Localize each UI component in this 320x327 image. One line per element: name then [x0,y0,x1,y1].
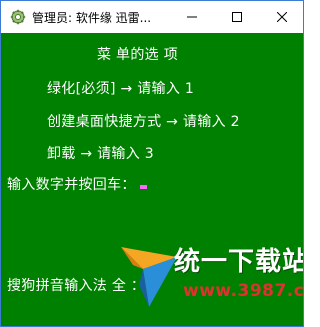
input-prompt-line: 输入数字并按回车： [7,176,147,194]
watermark-brand: 统一下载站 [174,247,303,277]
watermark-logo: 统一下载站 www.3987.com [119,239,303,326]
menu-option-2: 创建桌面快捷方式 → 请输入 2 [47,114,240,130]
menu-option-3: 卸载 → 请输入 3 [47,146,154,162]
close-icon [276,11,287,22]
paper-plane-logo-icon [121,247,177,307]
ime-status-text: 搜狗拼音输入法 全 ： [7,278,146,294]
watermark-site: www.3987.com [183,281,303,301]
title-bar[interactable]: 管理员: 软件缘 迅雷... [1,1,303,33]
close-button[interactable] [259,1,303,32]
maximize-icon [231,11,242,22]
console-output[interactable]: 菜 单的选 项 绿化[必须] → 请输入 1 创建桌面快捷方式 → 请输入 2 … [1,33,303,326]
gear-app-icon [10,9,26,25]
window-title: 管理员: 软件缘 迅雷... [32,11,152,25]
menu-option-1: 绿化[必须] → 请输入 1 [47,81,195,97]
minimize-button[interactable] [169,1,214,32]
menu-title: 菜 单的选 项 [97,47,178,63]
minimize-icon [186,16,197,17]
input-prompt: 输入数字并按回车： [7,177,136,193]
console-window: 管理员: 软件缘 迅雷... 菜 单的选 项 绿化[必须] → 请输入 1 创建… [0,0,304,327]
text-cursor [139,185,147,189]
maximize-button[interactable] [214,1,259,32]
